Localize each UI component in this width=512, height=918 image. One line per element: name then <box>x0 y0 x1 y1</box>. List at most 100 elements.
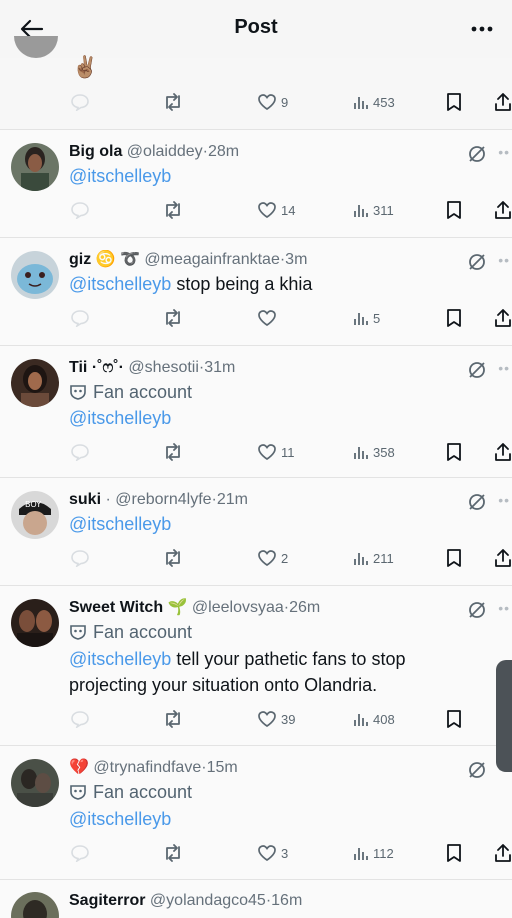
bookmark-button[interactable] <box>446 440 462 464</box>
user-handle[interactable]: @reborn4lyfe <box>115 491 211 508</box>
avatar[interactable] <box>11 892 59 918</box>
user-handle[interactable]: @leelovsyaa <box>192 599 284 616</box>
repost-button[interactable] <box>162 306 184 330</box>
more-icon[interactable]: •• <box>498 144 510 160</box>
grok-icon[interactable] <box>466 251 488 273</box>
timestamp[interactable]: 26m <box>289 599 320 616</box>
more-icon[interactable]: •• <box>498 360 510 376</box>
reply-item[interactable]: 💔 @trynafindfave·15m •• Fan account @its… <box>0 746 512 880</box>
like-button[interactable]: 9 <box>257 90 288 114</box>
views-button[interactable]: 112 <box>353 841 394 865</box>
avatar[interactable] <box>11 599 59 647</box>
mention-link[interactable]: @itschelleyb <box>69 408 171 428</box>
bookmark-button[interactable] <box>446 198 462 222</box>
reply-item[interactable]: BOY suki · @reborn4lyfe·21m •• @itschell… <box>0 478 512 586</box>
grok-icon[interactable] <box>466 143 488 165</box>
mention-link[interactable]: @itschelleyb <box>69 809 171 829</box>
share-icon <box>495 93 511 111</box>
share-button[interactable] <box>494 90 512 114</box>
display-name[interactable]: Big ola <box>69 143 122 160</box>
mention-link[interactable]: @itschelleyb <box>69 166 171 186</box>
like-button[interactable] <box>257 306 281 330</box>
bookmark-button[interactable] <box>446 306 462 330</box>
share-button[interactable] <box>494 198 512 222</box>
grok-icon[interactable] <box>466 491 488 513</box>
grok-icon[interactable] <box>466 599 488 621</box>
like-button[interactable]: 3 <box>257 841 288 865</box>
views-button[interactable]: 408 <box>353 707 395 731</box>
reply-item[interactable]: Sagiterror @yolandagco45·16m <box>0 880 512 918</box>
reply-text: @itschelleyb <box>69 164 171 188</box>
share-button[interactable] <box>494 841 512 865</box>
reply-button[interactable] <box>70 707 90 731</box>
timestamp[interactable]: 16m <box>271 892 302 909</box>
grok-icon[interactable] <box>466 359 488 381</box>
bookmark-button[interactable] <box>446 841 462 865</box>
user-handle[interactable]: @meagainfranktae <box>144 251 279 268</box>
repost-button[interactable] <box>162 707 184 731</box>
reply-item[interactable]: Tii ·˚ෆ˚· @shesotii·31m •• Fan account @… <box>0 346 512 478</box>
timestamp[interactable]: 28m <box>208 143 239 160</box>
timestamp[interactable]: 3m <box>285 251 307 268</box>
repost-button[interactable] <box>162 546 184 570</box>
like-button[interactable]: 39 <box>257 707 295 731</box>
reply-button[interactable] <box>70 546 90 570</box>
repost-button[interactable] <box>162 90 184 114</box>
more-icon[interactable]: •• <box>498 600 510 616</box>
reply-item[interactable]: Sweet Witch 🌱 @leelovsyaa·26m •• Fan acc… <box>0 586 512 746</box>
views-button[interactable]: 453 <box>353 90 395 114</box>
mention-link[interactable]: @itschelleyb <box>69 649 171 669</box>
user-handle[interactable]: @trynafindfave <box>93 759 201 776</box>
like-button[interactable]: 14 <box>257 198 295 222</box>
share-button[interactable] <box>494 440 512 464</box>
reply-button[interactable] <box>70 198 90 222</box>
more-icon[interactable]: •• <box>498 492 510 508</box>
reply-item[interactable]: Big ola @olaiddey·28m •• @itschelleyb 14… <box>0 130 512 238</box>
display-name[interactable]: giz ♋️ ➰ <box>69 251 140 268</box>
views-button[interactable]: 5 <box>353 306 380 330</box>
reply-item[interactable]: giz ♋️ ➰ @meagainfranktae·3m •• @itschel… <box>0 238 512 346</box>
views-button[interactable]: 211 <box>353 546 394 570</box>
fan-mask-icon <box>70 385 86 400</box>
repost-button[interactable] <box>162 198 184 222</box>
timestamp[interactable]: 31m <box>204 359 235 376</box>
bookmark-button[interactable] <box>446 90 462 114</box>
avatar[interactable] <box>11 759 59 807</box>
repost-button[interactable] <box>162 841 184 865</box>
avatar[interactable] <box>11 251 59 299</box>
like-count: 3 <box>281 845 289 861</box>
display-name[interactable]: Sweet Witch 🌱 <box>69 599 187 616</box>
more-options-button[interactable] <box>466 14 498 44</box>
avatar[interactable] <box>11 359 59 407</box>
share-button[interactable] <box>494 306 512 330</box>
user-handle[interactable]: @shesotii <box>128 359 199 376</box>
user-handle[interactable]: @yolandagco45 <box>150 892 266 909</box>
views-button[interactable]: 358 <box>353 440 395 464</box>
reply-button[interactable] <box>70 306 90 330</box>
bookmark-button[interactable] <box>446 707 462 731</box>
avatar[interactable]: BOY <box>11 491 59 539</box>
reply-button[interactable] <box>70 440 90 464</box>
share-button[interactable] <box>494 546 512 570</box>
avatar[interactable] <box>11 143 59 191</box>
display-name[interactable]: Tii ·˚ෆ˚· <box>69 359 124 376</box>
views-icon <box>354 97 368 109</box>
like-button[interactable]: 11 <box>257 440 295 464</box>
side-scroll-handle[interactable] <box>496 660 512 772</box>
timestamp[interactable]: 15m <box>207 759 238 776</box>
display-name[interactable]: suki <box>69 491 101 508</box>
views-button[interactable]: 311 <box>353 198 394 222</box>
bookmark-button[interactable] <box>446 546 462 570</box>
mention-link[interactable]: @itschelleyb <box>69 514 171 534</box>
grok-icon[interactable] <box>466 759 488 781</box>
reply-button[interactable] <box>70 90 90 114</box>
reply-button[interactable] <box>70 841 90 865</box>
more-icon[interactable]: •• <box>498 252 510 268</box>
timestamp[interactable]: 21m <box>217 491 248 508</box>
like-button[interactable]: 2 <box>257 546 288 570</box>
repost-button[interactable] <box>162 440 184 464</box>
display-name[interactable]: Sagiterror <box>69 892 145 909</box>
mention-link[interactable]: @itschelleyb <box>69 274 171 294</box>
user-handle[interactable]: @olaiddey <box>127 143 203 160</box>
display-name[interactable]: 💔 <box>69 759 89 776</box>
